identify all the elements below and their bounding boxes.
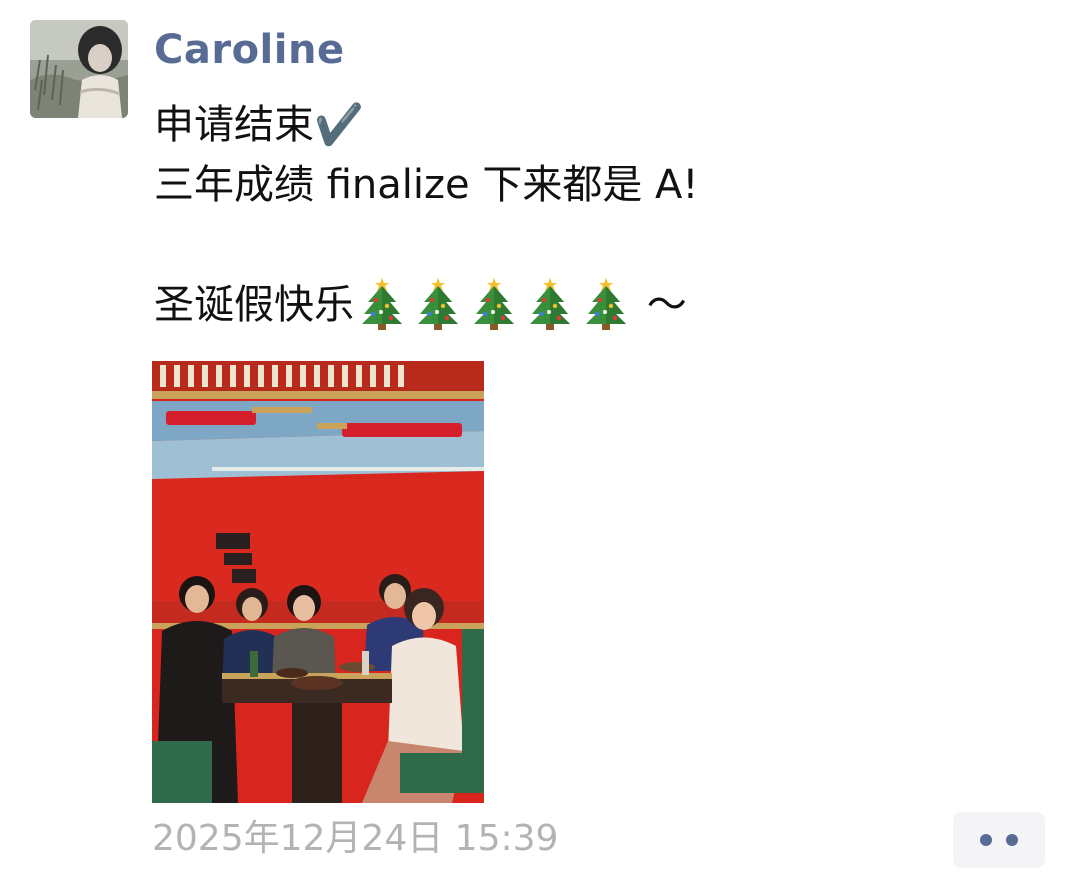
christmas-tree-icon xyxy=(410,276,466,330)
christmas-tree-icon xyxy=(354,276,410,330)
restaurant-photo xyxy=(152,361,484,803)
avatar[interactable] xyxy=(30,20,128,118)
author-name[interactable]: Caroline xyxy=(154,24,345,76)
avatar-image xyxy=(30,20,128,118)
christmas-tree-icon xyxy=(466,276,522,330)
post-photo[interactable] xyxy=(152,361,484,803)
more-dots-icon xyxy=(1006,834,1018,846)
greeting-text: 圣诞假快乐 xyxy=(154,282,354,328)
post-line-blank xyxy=(154,215,1034,275)
christmas-tree-icon xyxy=(522,276,578,330)
more-options-button[interactable] xyxy=(953,812,1045,868)
post-line: 三年成绩 finalize 下来都是 A! xyxy=(154,162,699,208)
christmas-tree-row xyxy=(354,278,634,330)
post-text: 申请结束✔️ 三年成绩 finalize 下来都是 A! 圣诞假快乐 ～ xyxy=(154,95,1034,335)
moments-post: Caroline 申请结束✔️ 三年成绩 finalize 下来都是 A! 圣诞… xyxy=(0,0,1080,875)
more-dots-icon xyxy=(980,834,992,846)
post-line: 申请结束✔️ xyxy=(154,102,364,148)
post-line-greeting: 圣诞假快乐 ～ xyxy=(154,275,1034,335)
christmas-tree-icon xyxy=(578,276,634,330)
tilde-text: ～ xyxy=(646,282,687,328)
post-timestamp: 2025年12月24日 15:39 xyxy=(152,818,559,859)
